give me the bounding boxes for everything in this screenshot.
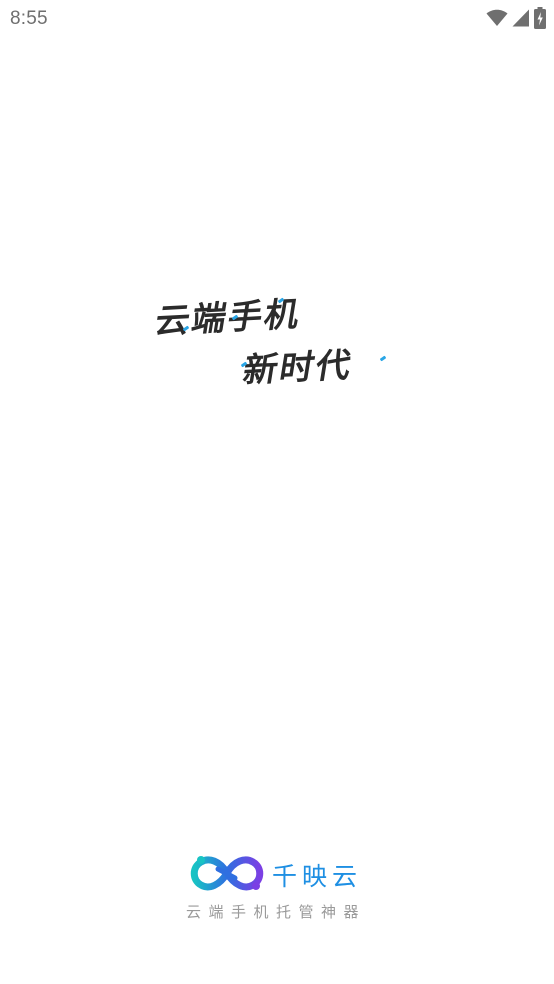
slogan-line-1: 云端手机 — [152, 294, 304, 343]
slogan: 云端手机 新时代 — [0, 0, 554, 984]
wifi-icon — [486, 9, 508, 27]
slogan-accent-mark — [231, 314, 239, 321]
brand: 千映云 云端手机托管神器 — [186, 850, 372, 922]
splash-screen: 8:55 云端手机 新时代 千映云 云端手机托管神器 — [0, 0, 554, 984]
status-bar: 8:55 — [0, 0, 554, 38]
brand-tagline: 云端手机托管神器 — [186, 903, 367, 921]
slogan-accent-mark — [379, 355, 387, 362]
status-time: 8:55 — [10, 8, 48, 29]
brand-name: 千映云 — [272, 862, 363, 891]
cellular-signal-icon — [512, 9, 530, 27]
status-icons — [486, 7, 546, 29]
slogan-accent-mark — [277, 297, 285, 304]
battery-charging-icon — [534, 7, 546, 29]
infinity-loop-logo-icon — [188, 852, 266, 894]
slogan-accent-mark — [182, 325, 190, 332]
slogan-line-2: 新时代 — [240, 345, 356, 392]
slogan-accent-mark — [240, 361, 248, 368]
